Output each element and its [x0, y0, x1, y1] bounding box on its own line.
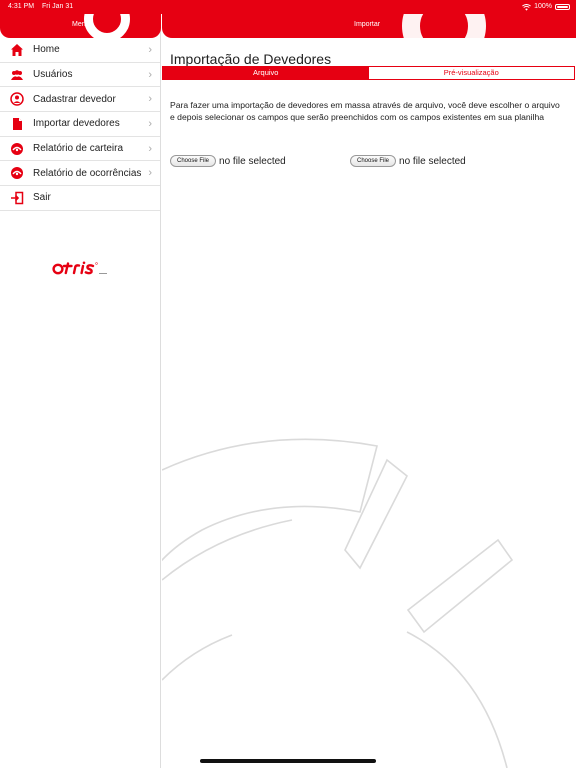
wifi-icon [522, 3, 531, 11]
main-header-title: Importar [354, 21, 381, 28]
battery-icon [555, 4, 570, 10]
home-icon [11, 44, 23, 56]
file-status: no file selected [399, 155, 466, 167]
background-watermark [162, 438, 514, 768]
user-add-icon [10, 92, 24, 107]
tab-pre-visualizacao[interactable]: Pré-visualização [368, 67, 574, 79]
sidebar-item-label: Importar devedores [33, 118, 120, 130]
gauge-icon [11, 142, 23, 155]
status-bar: 4:31 PM Fri Jan 31 100% [0, 0, 576, 14]
sidebar-item-label: Home [33, 44, 60, 56]
sidebar-item-occurrences-report[interactable]: Relatório de ocorrências › [0, 161, 160, 187]
file-input-2: Choose File no file selected [350, 155, 466, 167]
chevron-right-icon: › [148, 142, 152, 155]
chevron-right-icon: › [148, 68, 152, 81]
sidebar-item-home[interactable]: Home › [0, 38, 160, 63]
chevron-right-icon: › [148, 93, 152, 106]
tab-arquivo[interactable]: Arquivo [163, 67, 369, 79]
main-header: Importar [162, 14, 576, 38]
chevron-right-icon: › [148, 167, 152, 180]
status-date: Fri Jan 31 [42, 3, 74, 10]
sidebar-item-portfolio-report[interactable]: Relatório de carteira › [0, 137, 160, 162]
status-right: 100% [522, 0, 570, 14]
segmented-control: Arquivo Pré-visualização [162, 66, 575, 80]
page-title: Importação de Devedores [170, 51, 332, 67]
sidebar-item-import-debtors[interactable]: Importar devedores › [0, 112, 160, 137]
gauge-icon [11, 167, 23, 180]
logout-icon [11, 191, 24, 205]
sidebar-title: Menu [72, 21, 90, 28]
sidebar-item-label: Usuários [33, 69, 73, 81]
sidebar-item-label: Relatório de carteira [33, 143, 124, 155]
sidebar-item-label: Cadastrar devedor [33, 93, 116, 105]
choose-file-button[interactable]: Choose File [170, 155, 217, 167]
instructions-text: Para fazer uma importação de devedores e… [170, 100, 560, 122]
document-icon [13, 118, 22, 131]
sidebar-item-users[interactable]: Usuários › [0, 63, 160, 88]
sidebar-item-register-debtor[interactable]: Cadastrar devedor › [0, 87, 160, 113]
sidebar-item-logout[interactable]: Sair [0, 186, 160, 211]
users-icon [11, 69, 23, 80]
otris-logo [52, 261, 107, 275]
file-input-1: Choose File no file selected [170, 155, 286, 167]
sidebar: Menu Home › Usuários › Cadastrar devedor… [0, 0, 161, 768]
sidebar-item-label: Relatório de ocorrências [33, 167, 142, 179]
battery-percent: 100% [534, 3, 552, 10]
header-ring-decoration [402, 14, 486, 38]
sidebar-item-label: Sair [33, 192, 51, 204]
chevron-right-icon: › [148, 117, 152, 130]
header-ring-decoration [84, 14, 130, 38]
chevron-right-icon: › [148, 43, 152, 56]
file-status: no file selected [219, 155, 286, 167]
home-indicator[interactable] [200, 759, 376, 763]
choose-file-button[interactable]: Choose File [350, 155, 397, 167]
sidebar-header: Menu [0, 14, 161, 38]
status-time: 4:31 PM [8, 3, 35, 10]
sidebar-menu: Home › Usuários › Cadastrar devedor › Im… [0, 38, 160, 211]
